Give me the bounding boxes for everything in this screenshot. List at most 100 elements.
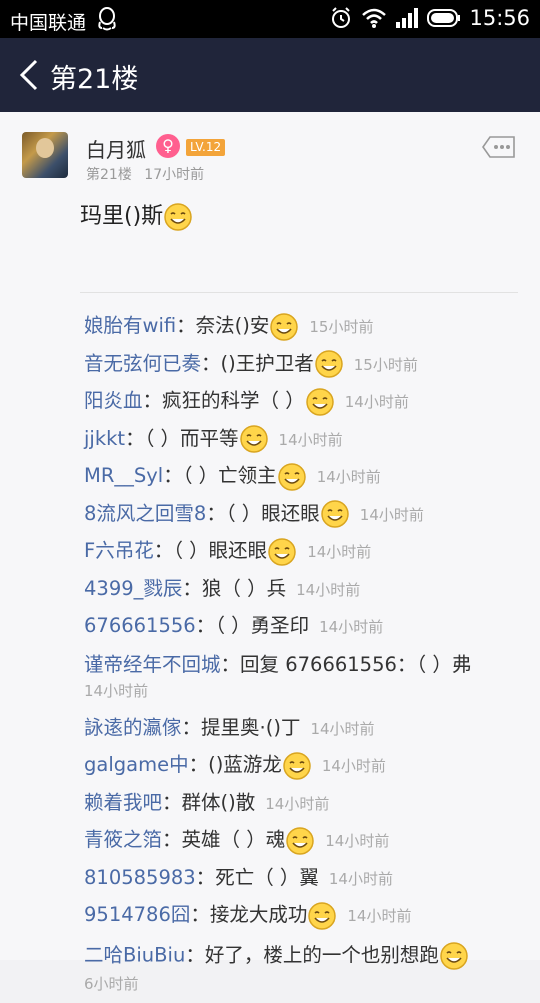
post-meta: 第21楼 17小时前 bbox=[86, 164, 212, 184]
reply-time: 14小时前 bbox=[265, 794, 330, 813]
reply-item[interactable]: 詠逺的瀛傢：提里奥·()丁 14小时前 bbox=[84, 710, 514, 748]
avatar[interactable] bbox=[22, 132, 68, 178]
reply-time: 15小时前 bbox=[309, 318, 374, 336]
reply-separator: ： bbox=[182, 576, 202, 600]
reply-username[interactable]: jjkkt bbox=[84, 427, 125, 450]
reply-item[interactable]: jjkkt：（ ）而平等 14小时前 bbox=[84, 421, 514, 459]
reply-time: 14小时前 bbox=[344, 393, 409, 411]
reply-username[interactable]: 9514786囧 bbox=[84, 903, 190, 926]
reply-username[interactable]: 4399_戮辰 bbox=[84, 577, 182, 600]
reply-text: 狼（ ）兵 bbox=[201, 576, 287, 600]
reply-username[interactable]: 青筱之箔 bbox=[84, 828, 162, 851]
reply-item[interactable]: 二哈BiuBiu：好了，楼上的一个也别想跑 6小时前 bbox=[84, 935, 514, 1003]
reply-username[interactable]: 二哈BiuBiu bbox=[84, 943, 185, 966]
reply-separator: ： bbox=[195, 614, 216, 637]
smile-emoji-icon bbox=[239, 425, 268, 453]
reply-separator: ： bbox=[185, 943, 205, 966]
reply-username[interactable]: 谨帝经年不回城 bbox=[84, 653, 221, 676]
smile-emoji-icon bbox=[268, 537, 296, 566]
reply-text: （ ）勇圣印 bbox=[215, 614, 310, 637]
reply-item[interactable]: 676661556：（ ）勇圣印 14小时前 bbox=[84, 608, 514, 646]
reply-time: 6小时前 bbox=[84, 974, 139, 993]
reply-time: 14小时前 bbox=[310, 719, 375, 738]
back-arrow-icon[interactable] bbox=[16, 58, 42, 92]
reply-text: 群体()散 bbox=[181, 790, 256, 814]
level-badge: LV.12 bbox=[186, 139, 226, 156]
reply-time: 14小时前 bbox=[319, 618, 384, 636]
reply-text: （ ）亡领主 bbox=[182, 464, 277, 487]
smile-emoji-icon bbox=[283, 751, 311, 780]
reply-text: ()蓝游龙 bbox=[208, 753, 282, 776]
more-options-icon[interactable] bbox=[482, 136, 516, 158]
username[interactable]: 白月狐 bbox=[86, 134, 146, 163]
reply-time: 14小时前 bbox=[278, 430, 343, 449]
reply-item[interactable]: 青筱之箔：英雄（ ）魂 14小时前 bbox=[84, 822, 514, 860]
reply-text: 回复 676661556：（ ）弗 bbox=[240, 652, 472, 676]
reply-username[interactable]: 676661556 bbox=[84, 614, 196, 637]
reply-separator: ： bbox=[142, 389, 163, 412]
smile-emoji-icon bbox=[305, 387, 334, 416]
reply-text: （ ）眼还眼 bbox=[173, 539, 268, 562]
reply-username[interactable]: 娘胎有wifi bbox=[84, 314, 176, 337]
reply-item[interactable]: F六吊花：（ ）眼还眼 14小时前 bbox=[84, 533, 514, 571]
reply-time: 14小时前 bbox=[325, 832, 390, 850]
reply-separator: ： bbox=[220, 652, 241, 676]
reply-item[interactable]: 谨帝经年不回城：回复 676661556：（ ）弗 14小时前 bbox=[84, 646, 514, 710]
reply-item[interactable]: 赖着我吧：群体()散 14小时前 bbox=[84, 785, 514, 823]
floor-post: 白月狐 ♀ LV.12 第21楼 17小时前 玛里()斯 娘胎有wifi：奈法(… bbox=[0, 112, 540, 993]
reply-time: 14小时前 bbox=[316, 468, 381, 486]
smile-emoji-icon bbox=[164, 203, 192, 231]
status-bar: 中国联通 15:56 bbox=[0, 0, 540, 38]
reply-separator: ： bbox=[176, 314, 196, 337]
reply-time: 14小时前 bbox=[307, 543, 372, 561]
reply-username[interactable]: 詠逺的瀛傢 bbox=[84, 716, 182, 739]
smile-emoji-icon bbox=[321, 500, 349, 528]
reply-text: 好了，楼上的一个也别想跑 bbox=[204, 943, 439, 966]
floor-label: 第21楼 bbox=[86, 167, 132, 183]
reply-text: 奈法()安 bbox=[195, 314, 270, 337]
reply-text: 疯狂的科学（ ） bbox=[162, 389, 305, 412]
qq-icon bbox=[98, 7, 116, 31]
wifi-icon bbox=[362, 8, 387, 28]
reply-time: 15小时前 bbox=[353, 355, 418, 374]
carrier-label: 中国联通 bbox=[10, 12, 87, 34]
reply-username[interactable]: 8流风之回雪8 bbox=[84, 502, 206, 525]
reply-separator: ： bbox=[125, 426, 145, 450]
smile-emoji-icon bbox=[440, 941, 468, 970]
reply-item[interactable]: 9514786囧：接龙大成功 14小时前 bbox=[84, 897, 514, 935]
reply-item[interactable]: 音无弦何已奏：()王护卫者 15小时前 bbox=[84, 346, 514, 384]
reply-item[interactable]: 阳炎血：疯狂的科学（ ） 14小时前 bbox=[84, 383, 514, 421]
reply-text: （ ）而平等 bbox=[144, 426, 239, 450]
reply-time: 14小时前 bbox=[328, 869, 393, 888]
reply-username[interactable]: 赖着我吧 bbox=[84, 791, 162, 814]
reply-username[interactable]: F六吊花 bbox=[84, 539, 154, 562]
reply-item[interactable]: MR__Syl：（ ）亡领主 14小时前 bbox=[84, 458, 514, 496]
smile-emoji-icon bbox=[277, 462, 306, 491]
signal-icon bbox=[396, 8, 419, 28]
reply-username[interactable]: 音无弦何已奏 bbox=[84, 352, 201, 375]
nav-bar: 第21楼 bbox=[0, 38, 540, 112]
divider bbox=[80, 292, 518, 293]
reply-username[interactable]: MR__Syl bbox=[84, 464, 163, 487]
reply-text: 接龙大成功 bbox=[209, 903, 308, 926]
smile-emoji-icon bbox=[315, 350, 343, 378]
reply-item[interactable]: 娘胎有wifi：奈法()安 15小时前 bbox=[84, 308, 514, 346]
smile-emoji-icon bbox=[308, 901, 337, 930]
reply-text: 英雄（ ）魂 bbox=[181, 828, 286, 851]
post-content: 玛里()斯 bbox=[80, 198, 193, 232]
alarm-icon bbox=[332, 7, 351, 28]
reply-item[interactable]: 4399_戮辰：狼（ ）兵 14小时前 bbox=[84, 571, 514, 609]
reply-item[interactable]: 810585983：死亡（ ）翼 14小时前 bbox=[84, 860, 514, 898]
smile-emoji-icon bbox=[286, 826, 314, 855]
reply-item[interactable]: 8流风之回雪8：（ ）眼还眼 14小时前 bbox=[84, 496, 514, 534]
smile-emoji-icon bbox=[270, 312, 299, 341]
reply-username[interactable]: 810585983 bbox=[84, 866, 196, 889]
clock: 15:56 bbox=[469, 6, 530, 30]
reply-separator: ： bbox=[181, 715, 202, 739]
reply-time: 14小时前 bbox=[347, 907, 412, 925]
reply-item[interactable]: galgame中：()蓝游龙 14小时前 bbox=[84, 747, 514, 785]
reply-username[interactable]: galgame中 bbox=[84, 753, 189, 776]
reply-username[interactable]: 阳炎血 bbox=[84, 389, 143, 412]
reply-separator: ： bbox=[201, 351, 221, 375]
reply-separator: ： bbox=[153, 539, 174, 562]
